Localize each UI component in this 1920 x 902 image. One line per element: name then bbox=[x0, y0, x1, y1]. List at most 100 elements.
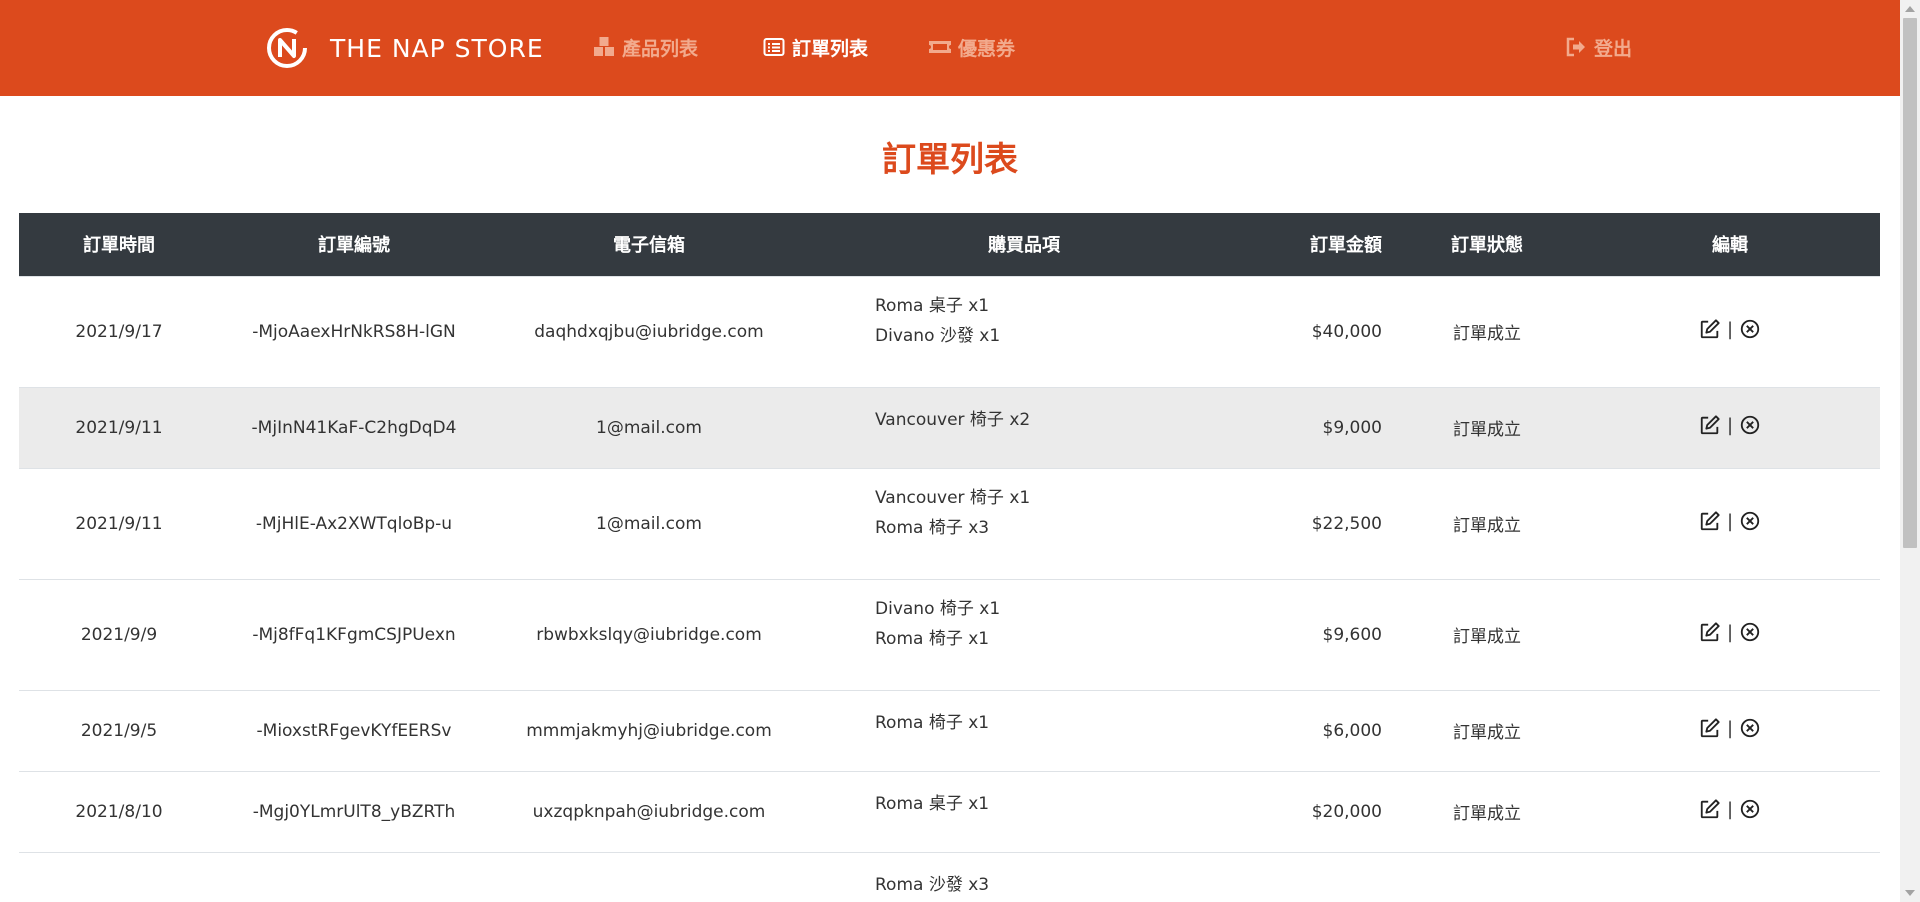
order-time: 2021/8/10 bbox=[19, 770, 219, 852]
order-amount: $40,000 bbox=[1239, 275, 1394, 387]
table-row: 2021/9/17 -MjoAaexHrNkRS8H-lGN daqhdxqjbu@… bbox=[19, 275, 1880, 387]
order-items: Divano 椅子 x1 Roma 椅子 x1 bbox=[809, 578, 1239, 690]
order-actions bbox=[1580, 851, 1880, 902]
action-separator: | bbox=[1726, 621, 1734, 643]
scroll-up-arrow-icon[interactable] bbox=[1905, 6, 1915, 12]
header-amount: 訂單金額 bbox=[1310, 235, 1382, 257]
order-time: 2021/9/5 bbox=[19, 689, 219, 771]
order-amount: $22,500 bbox=[1239, 467, 1394, 579]
order-items: Vancouver 椅子 x2 bbox=[809, 386, 1239, 468]
order-amount: $20,000 bbox=[1239, 770, 1394, 852]
order-status: 訂單成立 bbox=[1394, 770, 1580, 852]
brand-name: THE NAP STORE bbox=[330, 33, 544, 63]
order-actions: | bbox=[1580, 467, 1880, 579]
delete-circle-icon[interactable] bbox=[1739, 510, 1761, 532]
order-status: 訂單成立 bbox=[1394, 275, 1580, 387]
order-item-line: Roma 沙發 x3 bbox=[875, 874, 990, 895]
order-actions-group: | bbox=[1699, 318, 1761, 340]
delete-circle-icon[interactable] bbox=[1739, 798, 1761, 820]
delete-circle-icon[interactable] bbox=[1739, 414, 1761, 436]
nav-logout[interactable]: 登出 bbox=[1564, 32, 1632, 62]
nav-products[interactable]: 產品列表 bbox=[592, 32, 698, 62]
delete-circle-icon[interactable] bbox=[1739, 621, 1761, 643]
brand[interactable]: THE NAP STORE bbox=[266, 26, 544, 70]
order-id: -MjInN41KaF-C2hgDqD4 bbox=[219, 386, 489, 468]
order-item-line: Divano 椅子 x1 bbox=[875, 598, 1001, 619]
table-row: 2021/8/10 -Mgj0YLmrUlT8_yBZRTh uxzqpknpah@… bbox=[19, 770, 1880, 852]
order-actions-group: | bbox=[1699, 621, 1761, 643]
sign-out-icon bbox=[1566, 37, 1585, 57]
action-separator: | bbox=[1726, 414, 1734, 436]
order-id: -Mj8fFq1KFgmCSJPUexn bbox=[219, 578, 489, 690]
order-email: 1@mail.com bbox=[489, 467, 809, 579]
header-edit: 編輯 bbox=[1712, 235, 1748, 257]
order-email: mmmjakmyhj@iubridge.com bbox=[489, 689, 809, 771]
boxes-icon bbox=[594, 37, 614, 56]
order-items: Roma 椅子 x1 bbox=[809, 689, 1239, 771]
order-item-line: Divano 沙發 x1 bbox=[875, 325, 1001, 346]
order-actions: | bbox=[1580, 386, 1880, 468]
order-amount bbox=[1239, 851, 1394, 902]
order-item-line: Roma 桌子 x1 bbox=[875, 793, 990, 814]
table-row: Roma 沙發 x3 bbox=[19, 851, 1880, 902]
order-actions-group: | bbox=[1699, 414, 1761, 436]
header-order-id: 訂單編號 bbox=[318, 235, 390, 257]
scroll-down-arrow-icon[interactable] bbox=[1905, 890, 1915, 896]
edit-icon[interactable] bbox=[1699, 621, 1721, 643]
order-items: Vancouver 椅子 x1 Roma 椅子 x3 bbox=[809, 467, 1239, 579]
action-separator: | bbox=[1726, 510, 1734, 532]
edit-icon[interactable] bbox=[1699, 318, 1721, 340]
nav-coupons[interactable]: 優惠券 bbox=[928, 32, 1015, 62]
header-order-time: 訂單時間 bbox=[83, 235, 155, 257]
nap-logo-icon bbox=[267, 28, 307, 68]
nav-coupons-label: 優惠券 bbox=[958, 37, 1016, 60]
order-items: Roma 桌子 x1 bbox=[809, 770, 1239, 852]
order-email: 1@mail.com bbox=[489, 386, 809, 468]
order-item-line: Roma 椅子 x3 bbox=[875, 517, 990, 538]
order-time: 2021/9/11 bbox=[19, 467, 219, 579]
nav-products-label: 產品列表 bbox=[622, 37, 699, 60]
order-email: uxzqpknpah@iubridge.com bbox=[489, 770, 809, 852]
order-item-line: Vancouver 椅子 x2 bbox=[875, 409, 1031, 430]
order-item-line: Roma 椅子 x1 bbox=[875, 712, 990, 733]
nav-orders-label: 訂單列表 bbox=[792, 37, 869, 60]
order-time: 2021/9/17 bbox=[19, 275, 219, 387]
nav-orders[interactable]: 訂單列表 bbox=[762, 32, 868, 62]
table-row: 2021/9/5 -MioxstRFgevKYfEERSv mmmjakmyhj@i… bbox=[19, 689, 1880, 771]
order-time bbox=[19, 851, 219, 902]
order-item-line: Roma 桌子 x1 bbox=[875, 295, 990, 316]
order-time: 2021/9/11 bbox=[19, 386, 219, 468]
order-actions-group: | bbox=[1699, 798, 1761, 820]
edit-icon[interactable] bbox=[1699, 510, 1721, 532]
order-email: rbwbxkslqy@iubridge.com bbox=[489, 578, 809, 690]
edit-icon[interactable] bbox=[1699, 798, 1721, 820]
header-status: 訂單狀態 bbox=[1451, 235, 1523, 257]
header-items: 購買品項 bbox=[988, 235, 1060, 257]
order-amount: $6,000 bbox=[1239, 689, 1394, 771]
edit-icon[interactable] bbox=[1699, 414, 1721, 436]
table-row: 2021/9/11 -MjHlE-Ax2XWTqloBp-u 1@mail.com V… bbox=[19, 467, 1880, 579]
orders-table-body: 2021/9/17 -MjoAaexHrNkRS8H-lGN daqhdxqjbu@… bbox=[19, 275, 1880, 902]
order-item-line: Roma 椅子 x1 bbox=[875, 628, 990, 649]
delete-circle-icon[interactable] bbox=[1739, 318, 1761, 340]
order-id: -MjHlE-Ax2XWTqloBp-u bbox=[219, 467, 489, 579]
order-id bbox=[219, 851, 489, 902]
page-scrollbar[interactable] bbox=[1900, 0, 1920, 902]
top-navbar: THE NAP STORE 產品列表 訂單列表 優惠券 登出 bbox=[0, 0, 1900, 96]
order-status: 訂單成立 bbox=[1394, 689, 1580, 771]
order-actions-group: | bbox=[1699, 717, 1761, 739]
order-actions-group: | bbox=[1699, 510, 1761, 532]
edit-icon[interactable] bbox=[1699, 717, 1721, 739]
order-actions: | bbox=[1580, 689, 1880, 771]
scrollbar-thumb[interactable] bbox=[1903, 18, 1917, 548]
delete-circle-icon[interactable] bbox=[1739, 717, 1761, 739]
order-items: Roma 沙發 x3 bbox=[809, 851, 1239, 902]
order-actions: | bbox=[1580, 275, 1880, 387]
order-status: 訂單成立 bbox=[1394, 467, 1580, 579]
table-row: 2021/9/9 -Mj8fFq1KFgmCSJPUexn rbwbxkslqy@i… bbox=[19, 578, 1880, 690]
order-actions: | bbox=[1580, 770, 1880, 852]
order-email bbox=[489, 851, 809, 902]
table-header-row: 訂單時間 訂單編號 電子信箱 購買品項 訂單金額 訂單狀態 編輯 bbox=[19, 213, 1880, 276]
order-id: -Mgj0YLmrUlT8_yBZRTh bbox=[219, 770, 489, 852]
order-id: -MjoAaexHrNkRS8H-lGN bbox=[219, 275, 489, 387]
